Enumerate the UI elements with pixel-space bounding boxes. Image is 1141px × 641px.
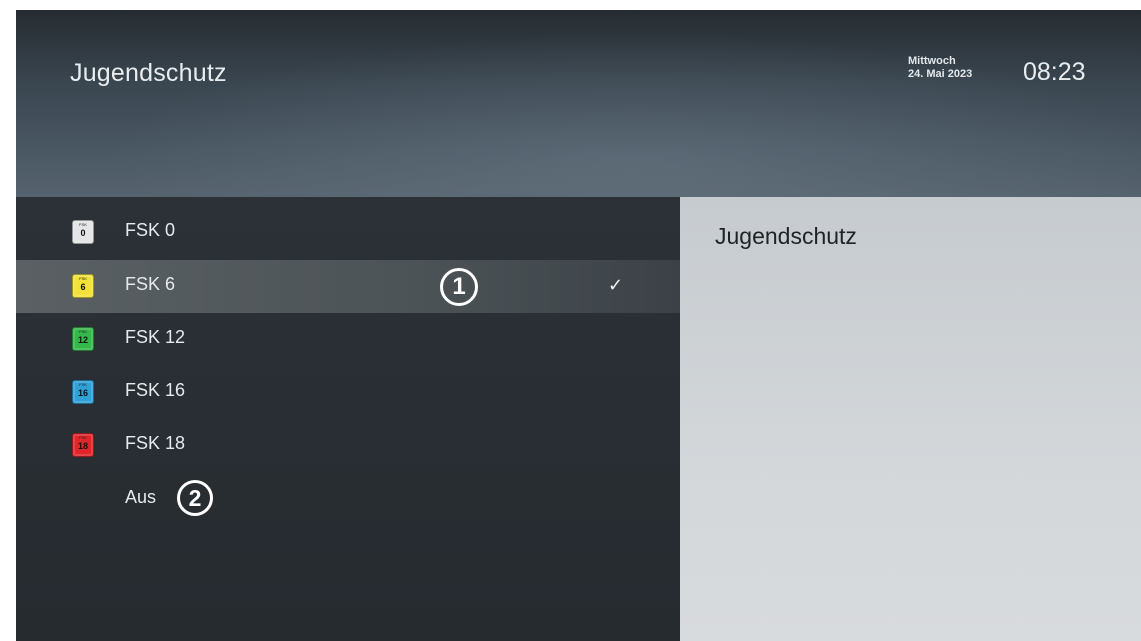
menu-item-label: FSK 12 <box>125 327 186 347</box>
fsk-18-badge-icon: FSK 18 <box>72 433 94 457</box>
annotation-marker-1: 1 <box>440 268 478 306</box>
fsk-0-badge-icon: FSK 0 <box>72 220 94 244</box>
fsk-16-badge-icon: FSK 16 <box>72 380 94 404</box>
menu-item-fsk-6[interactable]: FSK 6 FSK 6 1 ✓ <box>16 260 680 313</box>
badge-number: 18 <box>77 441 88 451</box>
date-block: Mittwoch 24. Mai 2023 <box>908 55 972 81</box>
weekday-label: Mittwoch <box>908 55 956 67</box>
badge-number: 12 <box>77 335 88 345</box>
rating-menu: FSK 0 FSK 0 FSK 6 FSK 6 1 ✓ FSK 12 FSK 1… <box>16 197 680 641</box>
fsk-6-badge-icon: FSK 6 <box>72 274 94 298</box>
checkmark-icon: ✓ <box>608 275 624 295</box>
menu-item-fsk-16[interactable]: FSK 16 FSK 16 <box>16 366 680 419</box>
info-panel: Jugendschutz <box>680 197 1141 641</box>
info-panel-title: Jugendschutz <box>715 223 857 249</box>
badge-caption: FSK <box>79 435 87 440</box>
badge-caption: FSK <box>79 276 87 281</box>
menu-item-label: Aus <box>125 487 157 507</box>
page-title: Jugendschutz <box>70 59 227 87</box>
header-glow <box>16 10 1141 197</box>
badge-number: 6 <box>80 282 86 292</box>
menu-item-fsk-0[interactable]: FSK 0 FSK 0 <box>16 206 680 259</box>
menu-item-fsk-18[interactable]: FSK 18 FSK 18 <box>16 419 680 472</box>
annotation-marker-2: 2 <box>177 480 213 516</box>
badge-number: 0 <box>80 228 86 238</box>
menu-item-label: FSK 18 <box>125 433 186 453</box>
clock: 08:23 <box>1023 58 1086 86</box>
header-bar: Jugendschutz Mittwoch 24. Mai 2023 08:23 <box>16 10 1141 197</box>
menu-item-fsk-12[interactable]: FSK 12 FSK 12 <box>16 313 680 366</box>
menu-item-label: FSK 6 <box>125 274 176 294</box>
tv-screen: Jugendschutz Mittwoch 24. Mai 2023 08:23… <box>16 10 1141 641</box>
badge-caption: FSK <box>79 382 87 387</box>
badge-caption: FSK <box>79 329 87 334</box>
menu-item-label: FSK 16 <box>125 380 186 400</box>
date-label: 24. Mai 2023 <box>908 68 973 80</box>
fsk-12-badge-icon: FSK 12 <box>72 327 94 351</box>
menu-item-label: FSK 0 <box>125 220 176 240</box>
badge-number: 16 <box>77 388 88 398</box>
badge-caption: FSK <box>79 222 87 227</box>
menu-item-aus[interactable]: Aus 2 <box>16 473 680 526</box>
